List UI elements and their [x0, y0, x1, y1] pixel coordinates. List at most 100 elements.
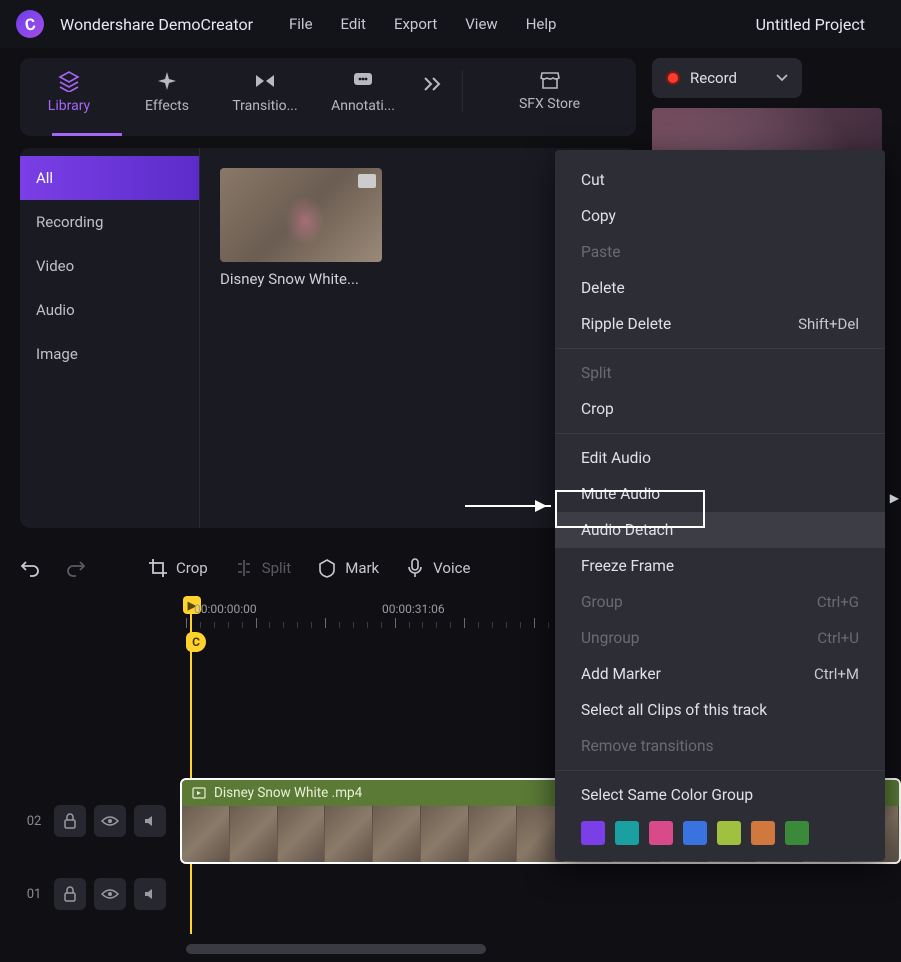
menu-edit[interactable]: Edit	[341, 15, 366, 33]
tab-sfx-label: SFX Store	[519, 96, 580, 112]
media-thumbnail[interactable]: Disney Snow White...	[220, 168, 382, 288]
ctx-color-group-row	[555, 813, 885, 849]
app-name: Wondershare DemoCreator	[60, 15, 253, 34]
tab-annotations-label: Annotati...	[331, 98, 395, 114]
ctx-separator	[555, 348, 885, 349]
clip-video-icon	[192, 786, 206, 800]
redo-button[interactable]	[66, 558, 86, 578]
ctx-paste: Paste	[555, 234, 885, 270]
track-visibility-button[interactable]	[94, 878, 126, 910]
ctx-ripple-delete[interactable]: Ripple DeleteShift+Del	[555, 306, 885, 342]
track-mute-button[interactable]	[134, 805, 166, 837]
menu-export[interactable]: Export	[394, 15, 437, 33]
tab-underline	[52, 133, 122, 136]
sidebar-item-image[interactable]: Image	[20, 332, 199, 376]
color-swatch-0[interactable]	[581, 821, 605, 845]
more-tabs-button[interactable]	[412, 76, 452, 92]
ctx-copy[interactable]: Copy	[555, 198, 885, 234]
sidebar-item-all[interactable]: All	[20, 156, 199, 200]
menu-file[interactable]: File	[289, 15, 313, 33]
split-button[interactable]: Split	[234, 558, 292, 578]
voice-label: Voice	[433, 559, 470, 577]
ctx-split: Split	[555, 355, 885, 391]
color-swatch-6[interactable]	[785, 821, 809, 845]
eye-icon	[101, 888, 119, 900]
color-swatch-2[interactable]	[649, 821, 673, 845]
eye-icon	[101, 815, 119, 827]
library-icon	[58, 70, 80, 92]
track-lock-button[interactable]	[54, 878, 86, 910]
thumbnail-image	[220, 168, 382, 262]
scrollbar-thumb[interactable]	[186, 944, 486, 954]
color-swatch-4[interactable]	[717, 821, 741, 845]
track-number-01: 01	[20, 887, 48, 902]
ctx-delete[interactable]: Delete	[555, 270, 885, 306]
track-lock-button[interactable]	[54, 805, 86, 837]
ctx-select-color-label: Select Same Color Group	[555, 777, 885, 813]
voice-button[interactable]: Voice	[405, 558, 470, 578]
menu-help[interactable]: Help	[526, 15, 557, 33]
crop-icon	[148, 558, 168, 578]
sparkle-icon	[156, 70, 178, 92]
tab-transitions-label: Transitio...	[232, 98, 297, 114]
color-swatch-3[interactable]	[683, 821, 707, 845]
ctx-add-marker[interactable]: Add MarkerCtrl+M	[555, 656, 885, 692]
lock-icon	[63, 813, 77, 829]
menu-view[interactable]: View	[465, 15, 497, 33]
ctx-audio-detach[interactable]: Audio Detach	[555, 512, 885, 548]
ctx-freeze-frame[interactable]: Freeze Frame	[555, 548, 885, 584]
track-number-02: 02	[20, 814, 48, 829]
speaker-icon	[143, 814, 157, 828]
ctx-select-all-clips[interactable]: Select all Clips of this track	[555, 692, 885, 728]
double-chevron-right-icon	[422, 76, 442, 92]
tab-sfx-store[interactable]: SFX Store	[462, 70, 636, 112]
ctx-separator	[555, 433, 885, 434]
annotation-icon	[352, 70, 374, 92]
ctx-separator	[555, 770, 885, 771]
in-point-marker[interactable]: C	[186, 632, 206, 652]
track-01: 01	[20, 864, 881, 924]
tab-effects-label: Effects	[145, 98, 189, 114]
lock-icon	[63, 886, 77, 902]
store-icon	[539, 70, 561, 90]
tab-transitions[interactable]: Transitio...	[216, 70, 314, 114]
submenu-arrow-icon: ▶	[890, 491, 899, 505]
thumbnail-label: Disney Snow White...	[220, 270, 382, 288]
color-swatch-5[interactable]	[751, 821, 775, 845]
record-button[interactable]: Record	[652, 58, 802, 98]
redo-icon	[66, 558, 86, 578]
undo-button[interactable]	[20, 558, 40, 578]
track-mute-button[interactable]	[134, 878, 166, 910]
context-menu: Cut Copy Paste Delete Ripple DeleteShift…	[555, 150, 885, 861]
mark-button[interactable]: Mark	[317, 558, 379, 578]
ctx-crop[interactable]: Crop	[555, 391, 885, 427]
panel-tabs: Library Effects Transitio... Annotati...…	[20, 58, 636, 136]
tab-library[interactable]: Library	[20, 70, 118, 114]
record-label: Record	[690, 69, 737, 87]
app-logo: C	[16, 10, 44, 38]
tab-annotations[interactable]: Annotati...	[314, 70, 412, 114]
transitions-icon	[254, 70, 276, 92]
speaker-icon	[143, 887, 157, 901]
color-swatch-1[interactable]	[615, 821, 639, 845]
mic-icon	[405, 558, 425, 578]
crop-label: Crop	[176, 559, 208, 577]
ctx-group: GroupCtrl+G	[555, 584, 885, 620]
record-dot-icon	[666, 71, 680, 85]
sidebar-item-recording[interactable]: Recording	[20, 200, 199, 244]
ctx-cut[interactable]: Cut	[555, 162, 885, 198]
library-panel: All Recording Video Audio Image Disney S…	[20, 148, 636, 528]
track-visibility-button[interactable]	[94, 805, 126, 837]
chevron-down-icon	[776, 74, 788, 82]
sidebar-item-video[interactable]: Video	[20, 244, 199, 288]
tab-effects[interactable]: Effects	[118, 70, 216, 114]
timeline-scrollbar[interactable]	[186, 944, 901, 954]
clip-filename: Disney Snow White .mp4	[214, 785, 362, 801]
ctx-edit-audio[interactable]: Edit Audio	[555, 440, 885, 476]
ruler-tick-1: 00:00:31:06	[382, 602, 445, 616]
ctx-mute-audio[interactable]: Mute Audio	[555, 476, 885, 512]
mark-icon	[317, 558, 337, 578]
crop-button[interactable]: Crop	[148, 558, 208, 578]
sidebar-item-audio[interactable]: Audio	[20, 288, 199, 332]
video-badge-icon	[358, 174, 376, 188]
